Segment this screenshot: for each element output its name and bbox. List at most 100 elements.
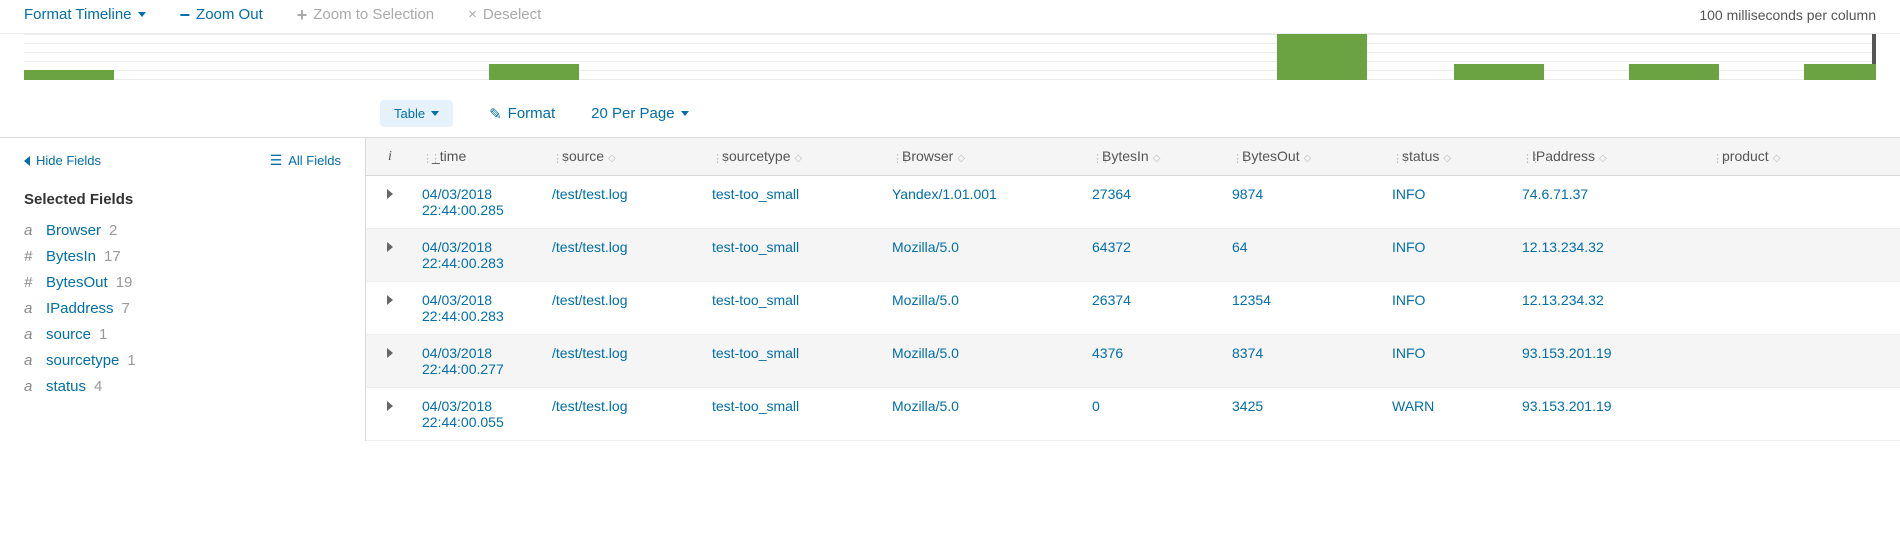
timeline-chart[interactable]	[24, 34, 1876, 80]
cell-browser[interactable]: Yandex/1.01.001	[884, 176, 1084, 229]
drag-handle-icon[interactable]	[1092, 149, 1096, 165]
field-item[interactable]: asourcetype1	[24, 348, 341, 374]
cell-status[interactable]: INFO	[1384, 335, 1514, 388]
cell-browser[interactable]: Mozilla/5.0	[884, 335, 1084, 388]
column-bytesout[interactable]: BytesOut◇	[1224, 138, 1384, 176]
drag-handle-icon[interactable]	[1712, 149, 1716, 165]
cell-product[interactable]	[1704, 176, 1900, 229]
timeline-bar[interactable]	[1804, 64, 1876, 80]
sort-icon[interactable]: ◇	[794, 153, 802, 164]
cell-time[interactable]: 04/03/2018 22:44:00.285	[414, 176, 544, 229]
column-status[interactable]: status◇	[1384, 138, 1514, 176]
field-type-icon: a	[24, 348, 38, 374]
drag-handle-icon[interactable]	[1522, 149, 1526, 165]
view-mode-table-button[interactable]: Table	[380, 100, 453, 127]
cell-status[interactable]: INFO	[1384, 176, 1514, 229]
sort-icon[interactable]: ◇	[957, 153, 965, 164]
table-row: 04/03/2018 22:44:00.283/test/test.logtes…	[366, 282, 1900, 335]
cell-sourcetype[interactable]: test-too_small	[704, 229, 884, 282]
sort-icon[interactable]: ◇	[1599, 153, 1607, 164]
cell-time[interactable]: 04/03/2018 22:44:00.283	[414, 282, 544, 335]
cell-time[interactable]: 04/03/2018 22:44:00.283	[414, 229, 544, 282]
cell-sourcetype[interactable]: test-too_small	[704, 388, 884, 441]
timeline-bar[interactable]	[1629, 64, 1719, 80]
cell-bytesout[interactable]: 64	[1224, 229, 1384, 282]
cell-status[interactable]: INFO	[1384, 282, 1514, 335]
cell-status[interactable]: WARN	[1384, 388, 1514, 441]
sort-icon[interactable]: ◇	[1773, 153, 1781, 164]
expand-row-button[interactable]	[366, 176, 414, 229]
cell-product[interactable]	[1704, 229, 1900, 282]
format-button[interactable]: ✎ Format	[489, 105, 555, 123]
column-time[interactable]: _time	[414, 138, 544, 176]
cell-source[interactable]: /test/test.log	[544, 176, 704, 229]
cell-time[interactable]: 04/03/2018 22:44:00.277	[414, 335, 544, 388]
column-sourcetype[interactable]: sourcetype◇	[704, 138, 884, 176]
cell-bytesin[interactable]: 0	[1084, 388, 1224, 441]
per-page-menu[interactable]: 20 Per Page	[591, 105, 688, 122]
column-info[interactable]: i	[366, 138, 414, 176]
cell-browser[interactable]: Mozilla/5.0	[884, 282, 1084, 335]
sort-icon[interactable]: ◇	[608, 153, 616, 164]
hide-fields-button[interactable]: Hide Fields	[24, 153, 101, 168]
expand-row-button[interactable]	[366, 282, 414, 335]
column-bytesin[interactable]: BytesIn◇	[1084, 138, 1224, 176]
column-browser[interactable]: Browser◇	[884, 138, 1084, 176]
cell-bytesin[interactable]: 64372	[1084, 229, 1224, 282]
sort-icon[interactable]: ◇	[1153, 153, 1161, 164]
format-timeline-menu[interactable]: Format Timeline	[24, 6, 146, 23]
cell-source[interactable]: /test/test.log	[544, 388, 704, 441]
column-source[interactable]: source◇	[544, 138, 704, 176]
expand-row-button[interactable]	[366, 335, 414, 388]
cell-bytesin[interactable]: 4376	[1084, 335, 1224, 388]
cell-ipaddress[interactable]: 93.153.201.19	[1514, 335, 1704, 388]
cell-ipaddress[interactable]: 12.13.234.32	[1514, 229, 1704, 282]
field-item[interactable]: aBrowser2	[24, 218, 341, 244]
drag-handle-icon[interactable]	[712, 149, 716, 165]
cell-ipaddress[interactable]: 93.153.201.19	[1514, 388, 1704, 441]
cell-sourcetype[interactable]: test-too_small	[704, 282, 884, 335]
cell-browser[interactable]: Mozilla/5.0	[884, 229, 1084, 282]
cell-sourcetype[interactable]: test-too_small	[704, 176, 884, 229]
column-product[interactable]: product◇	[1704, 138, 1900, 176]
timeline-bar[interactable]	[24, 70, 114, 80]
drag-handle-icon[interactable]	[1392, 149, 1396, 165]
cell-time[interactable]: 04/03/2018 22:44:00.055	[414, 388, 544, 441]
timeline-bar[interactable]	[1454, 64, 1544, 80]
cell-product[interactable]	[1704, 388, 1900, 441]
field-item[interactable]: aIPaddress7	[24, 296, 341, 322]
cell-bytesin[interactable]: 26374	[1084, 282, 1224, 335]
field-item[interactable]: #BytesIn17	[24, 244, 341, 270]
cell-sourcetype[interactable]: test-too_small	[704, 335, 884, 388]
timeline-bar[interactable]	[1277, 34, 1367, 80]
cell-source[interactable]: /test/test.log	[544, 229, 704, 282]
cell-browser[interactable]: Mozilla/5.0	[884, 388, 1084, 441]
cell-source[interactable]: /test/test.log	[544, 335, 704, 388]
cell-bytesout[interactable]: 12354	[1224, 282, 1384, 335]
field-item[interactable]: asource1	[24, 322, 341, 348]
expand-row-button[interactable]	[366, 388, 414, 441]
cell-bytesout[interactable]: 9874	[1224, 176, 1384, 229]
drag-handle-icon[interactable]	[422, 149, 426, 165]
expand-row-button[interactable]	[366, 229, 414, 282]
cell-bytesout[interactable]: 3425	[1224, 388, 1384, 441]
cell-bytesout[interactable]: 8374	[1224, 335, 1384, 388]
all-fields-button[interactable]: ☰ All Fields	[270, 152, 341, 169]
drag-handle-icon[interactable]	[552, 149, 556, 165]
column-ipaddress[interactable]: IPaddress◇	[1514, 138, 1704, 176]
sort-icon[interactable]: ◇	[1443, 153, 1451, 164]
cell-ipaddress[interactable]: 12.13.234.32	[1514, 282, 1704, 335]
zoom-out-button[interactable]: − Zoom Out	[180, 6, 263, 23]
cell-ipaddress[interactable]: 74.6.71.37	[1514, 176, 1704, 229]
drag-handle-icon[interactable]	[892, 149, 896, 165]
cell-status[interactable]: INFO	[1384, 229, 1514, 282]
cell-bytesin[interactable]: 27364	[1084, 176, 1224, 229]
cell-product[interactable]	[1704, 282, 1900, 335]
field-item[interactable]: #BytesOut19	[24, 270, 341, 296]
sort-icon[interactable]: ◇	[1304, 153, 1312, 164]
field-item[interactable]: astatus4	[24, 374, 341, 400]
cell-product[interactable]	[1704, 335, 1900, 388]
timeline-bar[interactable]	[489, 64, 579, 80]
drag-handle-icon[interactable]	[1232, 149, 1236, 165]
cell-source[interactable]: /test/test.log	[544, 282, 704, 335]
